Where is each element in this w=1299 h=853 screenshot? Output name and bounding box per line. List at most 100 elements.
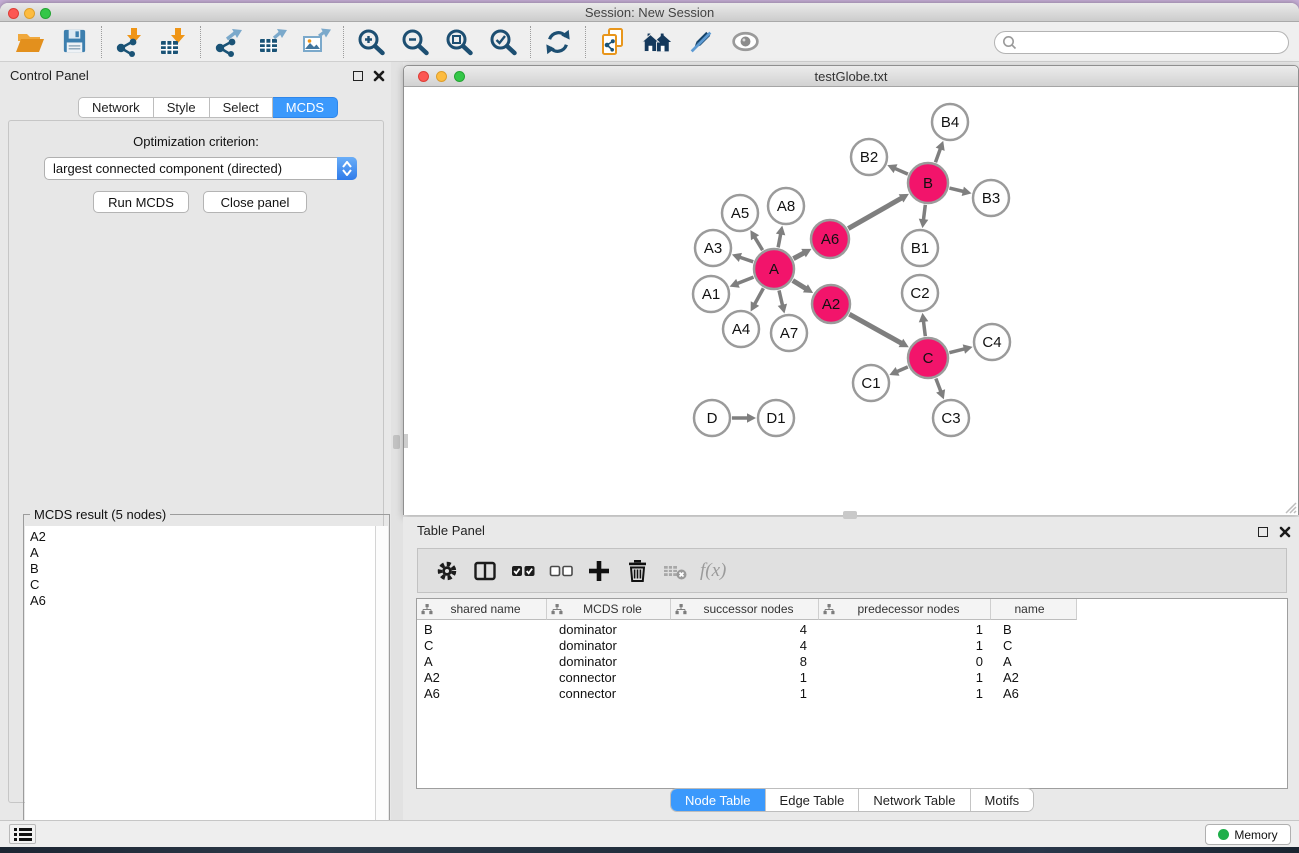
column-settings-button[interactable] xyxy=(428,552,466,590)
graph-node-label-A6: A6 xyxy=(821,231,839,248)
zoom-fit-button[interactable] xyxy=(437,24,481,60)
zoom-selected-icon xyxy=(488,27,518,57)
main-toolbar xyxy=(0,22,1299,62)
run-mcds-button[interactable]: Run MCDS xyxy=(93,191,189,213)
close-panel-button[interactable]: Close panel xyxy=(203,191,307,213)
search-input[interactable] xyxy=(1018,34,1288,52)
open-session-button[interactable] xyxy=(8,24,52,60)
table-row-a2[interactable]: A2connector11A2 xyxy=(417,670,1287,686)
table-toolbar: f(x) xyxy=(417,548,1287,593)
column-header-shared-name[interactable]: shared name xyxy=(417,599,547,620)
column-namespace-icon xyxy=(421,604,433,615)
table-row-a[interactable]: Adominator80A xyxy=(417,654,1287,670)
result-item-b[interactable]: B xyxy=(25,561,375,577)
splitter-handle[interactable] xyxy=(393,435,400,449)
table-cell: A6 xyxy=(417,686,547,702)
table-cell: B xyxy=(417,622,547,638)
table-row-a6[interactable]: A6connector11A6 xyxy=(417,686,1287,702)
add-column-button[interactable] xyxy=(580,552,618,590)
plus-icon xyxy=(587,559,611,583)
zoom-selected-button[interactable] xyxy=(481,24,525,60)
search-field[interactable] xyxy=(994,31,1289,54)
delete-table-button[interactable] xyxy=(656,552,694,590)
tab-select[interactable]: Select xyxy=(210,97,273,118)
table-cell: C xyxy=(417,638,547,654)
graph-edge-C-C3 xyxy=(936,379,941,392)
split-view-button[interactable] xyxy=(466,552,504,590)
fx-icon: f(x) xyxy=(700,560,726,582)
save-session-button[interactable] xyxy=(52,24,96,60)
edge-arrowhead xyxy=(776,226,785,236)
table-cell: A xyxy=(417,654,547,670)
import-table-button[interactable] xyxy=(151,24,195,60)
table-row-b[interactable]: Bdominator41B xyxy=(417,622,1287,638)
result-item-a6[interactable]: A6 xyxy=(25,593,375,609)
column-namespace-icon xyxy=(551,604,563,615)
tab-edge-table[interactable]: Edge Table xyxy=(766,789,860,811)
task-history-button[interactable] xyxy=(9,824,36,844)
graph-edge-A-A6 xyxy=(793,253,804,259)
toolbar-separator xyxy=(101,26,102,58)
delete-column-button[interactable] xyxy=(618,552,656,590)
toolbar-separator xyxy=(585,26,586,58)
result-item-c[interactable]: C xyxy=(25,577,375,593)
mcds-result-title: MCDS result (5 nodes) xyxy=(30,507,170,522)
table-cell: 1 xyxy=(671,686,819,702)
column-header-successor-nodes[interactable]: successor nodes xyxy=(671,599,819,620)
zoom-out-button[interactable] xyxy=(393,24,437,60)
import-table-icon xyxy=(158,27,188,57)
column-header-name[interactable]: name xyxy=(991,599,1077,620)
network-graph-canvas[interactable]: AA1A3A4A5A7A8A6A2BB1B2B3B4CC1C2C3C4DD1 xyxy=(404,88,1298,515)
show-graphics-details-button[interactable] xyxy=(723,24,767,60)
canvas-left-scroll-tick xyxy=(404,434,408,448)
deselect-all-rows-button[interactable] xyxy=(542,552,580,590)
mcds-result-box: MCDS result (5 nodes) A2ABCA6 xyxy=(23,514,390,847)
column-header-label: MCDS role xyxy=(563,602,670,616)
close-panel-icon[interactable] xyxy=(373,70,385,82)
select-all-rows-button[interactable] xyxy=(504,552,542,590)
zoom-in-button[interactable] xyxy=(349,24,393,60)
table-row-c[interactable]: Cdominator41C xyxy=(417,638,1287,654)
result-item-a2[interactable]: A2 xyxy=(25,529,375,545)
export-image-button[interactable] xyxy=(294,24,338,60)
export-network-button[interactable] xyxy=(206,24,250,60)
tab-style[interactable]: Style xyxy=(154,97,210,118)
table-cell: connector xyxy=(547,686,671,702)
toolbar-separator xyxy=(343,26,344,58)
column-header-MCDS-role[interactable]: MCDS role xyxy=(547,599,671,620)
dropdown-stepper-icon xyxy=(337,157,357,180)
graph-edge-A6-B xyxy=(848,198,902,229)
result-scrollbar[interactable] xyxy=(375,526,388,847)
criterion-dropdown[interactable]: largest connected component (directed) xyxy=(44,157,357,180)
refresh-layout-button[interactable] xyxy=(536,24,580,60)
tab-network[interactable]: Network xyxy=(78,97,154,118)
tab-motifs[interactable]: Motifs xyxy=(971,789,1034,811)
hide-labels-button[interactable] xyxy=(679,24,723,60)
apply-function-button[interactable]: f(x) xyxy=(694,552,726,590)
close-table-panel-icon[interactable] xyxy=(1279,526,1291,538)
float-panel-icon[interactable] xyxy=(353,71,363,81)
table-cell: dominator xyxy=(547,654,671,670)
first-neighbors-button[interactable] xyxy=(635,24,679,60)
resize-grip[interactable] xyxy=(1294,511,1296,513)
tab-node-table[interactable]: Node Table xyxy=(671,789,766,811)
graph-edge-C-C2 xyxy=(923,321,925,336)
import-network-button[interactable] xyxy=(107,24,151,60)
edge-arrowhead xyxy=(962,187,972,196)
column-header-predecessor-nodes[interactable]: predecessor nodes xyxy=(819,599,991,620)
table-cell: A6 xyxy=(991,686,1077,702)
toolbar-separator xyxy=(200,26,201,58)
graph-node-label-A2: A2 xyxy=(822,296,840,313)
memory-button[interactable]: Memory xyxy=(1205,824,1291,845)
table-cell: 4 xyxy=(671,622,819,638)
horizontal-splitter-handle[interactable] xyxy=(843,511,857,519)
float-table-panel-icon[interactable] xyxy=(1258,527,1268,537)
graph-edge-A-A8 xyxy=(778,234,781,248)
network-view-window: testGlobe.txt AA1A3A4A5A7A8A6A2BB1B2B3B4… xyxy=(403,65,1299,515)
panel-splitter[interactable] xyxy=(391,62,403,820)
tab-network-table[interactable]: Network Table xyxy=(859,789,970,811)
result-item-a[interactable]: A xyxy=(25,545,375,561)
tab-mcds[interactable]: MCDS xyxy=(273,97,338,118)
new-network-from-selection-button[interactable] xyxy=(591,24,635,60)
export-table-button[interactable] xyxy=(250,24,294,60)
